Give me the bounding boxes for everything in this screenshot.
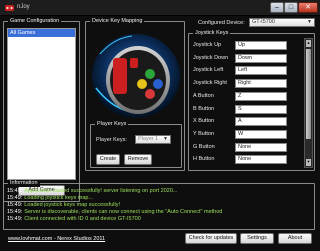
player-select[interactable]: Player 1 ▼ <box>135 135 171 144</box>
chevron-down-icon: ▼ <box>163 136 168 142</box>
joystick-key-value-field[interactable]: W <box>235 129 287 139</box>
app-icon <box>5 5 14 11</box>
log-line: 15:49: Loaded joystick keys map successfu… <box>7 202 311 209</box>
joystick-key-name: Joystick Down <box>193 54 229 61</box>
log-message: Application loaded successfully! server … <box>24 188 178 194</box>
window-title: nJoy <box>17 4 30 10</box>
scroll-up-icon[interactable]: ▲ <box>306 40 311 47</box>
joystick-key-name: G Button <box>193 143 215 150</box>
log-line: 15:49: Client connected with ID 0 and dev… <box>7 216 311 223</box>
joystick-key-row: A Button Z <box>189 91 301 102</box>
joystick-key-name: A Button <box>193 92 214 99</box>
joystick-key-row: H Button None <box>189 154 301 165</box>
player-select-value: Player 1 <box>138 136 159 142</box>
minimize-button[interactable]: – <box>270 2 284 13</box>
player-keys-label: Player Keys <box>95 121 129 128</box>
log-message: Client connected with ID 0 and device GT… <box>24 216 141 222</box>
about-button[interactable]: About <box>278 233 312 244</box>
joystick-key-value-field[interactable]: None <box>235 142 287 152</box>
joystick-key-rows: Joystick Up Up Joystick Down Down Joystick L… <box>189 40 301 168</box>
log-message: Loading joystick keys map... <box>24 195 94 201</box>
joystick-key-value-field[interactable]: Z <box>235 91 287 101</box>
log-message: Loaded joystick keys map successfully! <box>24 202 120 208</box>
joystick-key-row: Y Button W <box>189 129 301 140</box>
game-configuration-label: Game Configuration <box>8 18 62 25</box>
configured-device-label: Configured Device: <box>198 20 245 26</box>
joystick-key-name: Joystick Right <box>193 80 227 87</box>
website-link[interactable]: www.lovhmat.com - Nerex Studios 2011 <box>8 236 105 242</box>
maximize-button[interactable]: □ <box>284 2 298 13</box>
joystick-key-value-field[interactable]: Up <box>235 41 287 50</box>
joystick-key-row: Joystick Right Right <box>189 78 301 89</box>
joystick-key-row: Joystick Left Left <box>189 65 301 76</box>
settings-button[interactable]: Settings <box>240 233 274 244</box>
joystick-key-name: Joystick Up <box>193 42 222 48</box>
log-line: 15:49: Server is discoverable, clients ca… <box>7 209 311 216</box>
joystick-key-value-field[interactable]: Right <box>235 79 287 89</box>
close-button[interactable]: ✕ <box>298 2 318 13</box>
player-keys-field-label: Player Keys: <box>96 137 127 143</box>
chevron-down-icon: ▼ <box>307 19 312 25</box>
joystick-key-row: B Button S <box>189 104 301 115</box>
joystick-key-value-field[interactable]: Down <box>235 53 287 63</box>
log-message: Server is discoverable, clients can now … <box>24 209 223 215</box>
log-time: 15:49: <box>7 202 23 208</box>
joystick-key-value-field[interactable]: A <box>235 117 287 127</box>
joystick-key-name: Y Button <box>193 130 214 137</box>
check-updates-button[interactable]: Check for updates <box>185 233 237 244</box>
device-key-mapping-group: Device Key Mapping Player Keys Player Ke <box>85 18 185 171</box>
gamepad-icon <box>92 34 180 118</box>
joystick-key-row: G Button None <box>189 142 301 153</box>
joystick-key-name: B Button <box>193 105 215 112</box>
log-line: 15:49: Application loaded successfully! s… <box>7 188 311 195</box>
joystick-key-value-field[interactable]: None <box>235 155 287 165</box>
joystick-key-name: H Button <box>193 156 215 163</box>
device-key-mapping-label: Device Key Mapping <box>90 18 145 25</box>
information-label: Information <box>8 180 40 187</box>
joystick-key-row: X Button A <box>189 116 301 127</box>
joystick-keys-label: Joystick Keys <box>193 30 231 37</box>
log-line: 15:49: Loading joystick keys map... <box>7 195 311 202</box>
joystick-key-name: Joystick Left <box>193 67 224 74</box>
information-log: 15:49: Application loaded successfully! s… <box>7 188 311 228</box>
joystick-key-name: X Button <box>193 118 215 125</box>
configured-device-value: GT-I5700 <box>252 19 275 25</box>
list-item-all-games[interactable]: All Games <box>8 29 75 37</box>
joystick-keys-scrollbar[interactable]: ▲ ▼ <box>304 38 313 168</box>
information-group: Information 15:49: Application loaded suc… <box>3 180 315 230</box>
remove-button[interactable]: Remove <box>124 154 152 165</box>
configured-device-select[interactable]: GT-I5700 ▼ <box>249 18 315 27</box>
joystick-key-value-field[interactable]: S <box>235 104 287 114</box>
joystick-key-row: Joystick Up Up <box>189 40 301 51</box>
games-list[interactable]: All Games <box>7 28 76 180</box>
scrollbar-thumb[interactable] <box>306 49 311 139</box>
log-time: 15:49: <box>7 209 23 215</box>
player-keys-group: Player Keys Player Keys: Player 1 ▼ Crea… <box>90 121 182 168</box>
joystick-key-value-field[interactable]: Left <box>235 66 287 76</box>
joystick-key-row: Joystick Down Down <box>189 53 301 64</box>
scroll-down-icon[interactable]: ▼ <box>306 159 311 166</box>
log-time: 15:49: <box>7 188 23 194</box>
title-bar: nJoy – □ ✕ <box>0 0 320 16</box>
game-configuration-group: Game Configuration All Games Add Game <box>3 18 80 202</box>
create-button[interactable]: Create <box>96 154 120 165</box>
log-time: 15:49: <box>7 195 23 201</box>
joystick-keys-group: Joystick Keys Joystick Up Up Joystick Down… <box>188 30 315 171</box>
log-time: 15:49: <box>7 216 23 222</box>
